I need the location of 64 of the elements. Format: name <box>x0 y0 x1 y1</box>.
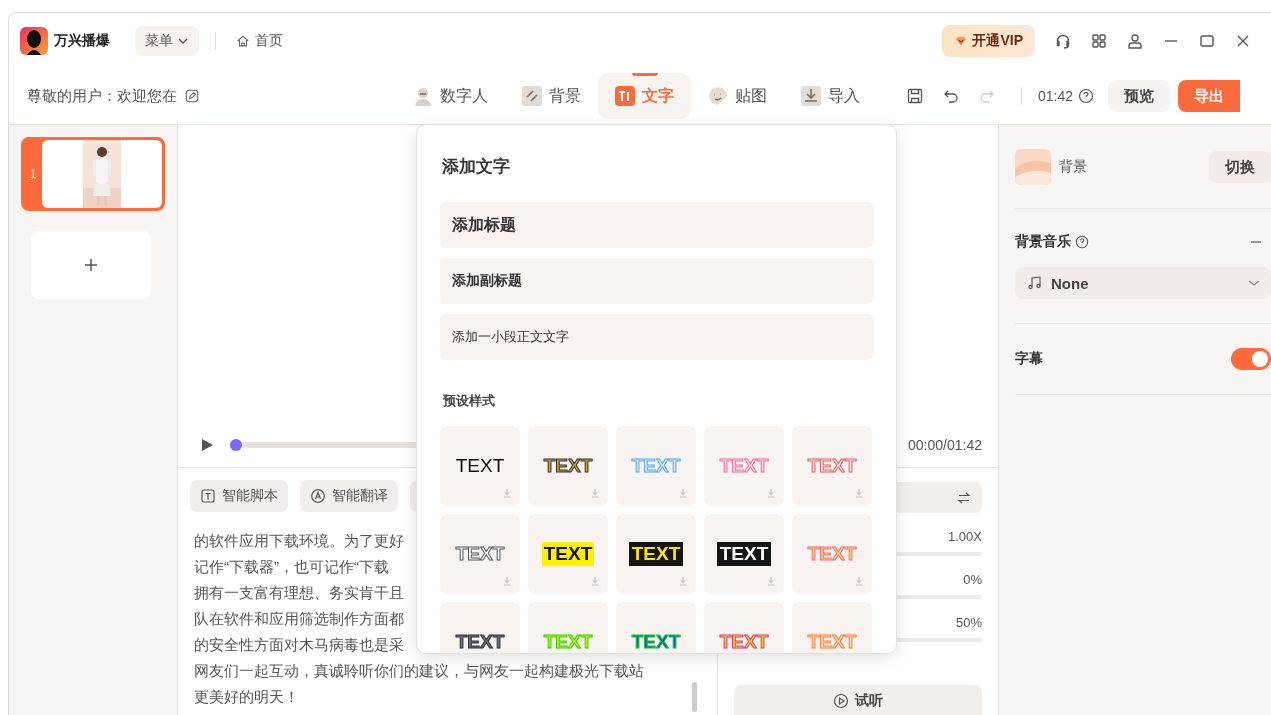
script-line: 更美好的明天！ <box>194 687 299 707</box>
script-line: 的软件应用下载环境。为了更好 <box>194 531 404 551</box>
text-style-preset[interactable]: TEXT <box>528 514 608 594</box>
toolbar-tab[interactable]: 数字人 <box>396 73 505 119</box>
text-style-preset[interactable]: TEXT <box>440 602 520 653</box>
smiley-icon <box>708 86 728 106</box>
greeting-text: 尊敬的用户：欢迎您在 <box>27 86 177 106</box>
add-text-option[interactable]: 添加一小段正文文字 <box>440 314 874 360</box>
home-icon <box>236 33 250 48</box>
music-select[interactable]: None <box>1015 267 1271 299</box>
text-style-preset[interactable]: TEXT <box>440 426 520 506</box>
setting-value: 1.00X <box>948 529 982 544</box>
toolbar-tab[interactable]: 贴图 <box>691 73 784 119</box>
toolbar-tab[interactable]: 背景 <box>505 73 598 119</box>
text-box-icon <box>200 488 216 504</box>
preview-button[interactable]: 预览 <box>1108 80 1171 112</box>
script-line: 拥有一支富有理想、务实肯干且 <box>194 583 404 603</box>
play-circle-icon <box>833 692 849 709</box>
save-icon[interactable] <box>906 87 924 105</box>
background-label: 背景 <box>1059 158 1087 176</box>
menu-button[interactable]: 菜单 <box>135 25 199 56</box>
music-note-icon <box>1027 275 1043 291</box>
person-icon <box>413 86 433 106</box>
duration-text: 01:42 <box>1038 88 1074 104</box>
download-icon <box>801 86 821 106</box>
vip-button[interactable]: 开通VIP <box>942 24 1035 57</box>
plus-icon <box>83 257 99 273</box>
text-style-preset[interactable]: TEXT <box>704 514 784 594</box>
help-icon[interactable] <box>1075 235 1089 249</box>
add-text-option[interactable]: 添加副标题 <box>440 258 874 304</box>
edit-icon[interactable] <box>185 89 199 103</box>
setting-value: 50% <box>955 615 982 630</box>
popover-title: 添加文字 <box>441 156 511 178</box>
scrollbar[interactable] <box>692 682 697 712</box>
app-logo <box>20 26 48 55</box>
script-line: 记作“下载器”，也可记作“下载 <box>194 557 389 577</box>
script-tool-button[interactable]: 智能脚本 <box>190 480 288 512</box>
script-tool-button[interactable]: 智能翻译 <box>300 480 398 512</box>
add-text-option[interactable]: 添加标题 <box>440 202 874 248</box>
app-name: 万兴播爆 <box>54 31 110 50</box>
script-line: 网友们一起互动，真诚聆听你们的建议，与网友一起构建极光下载站 <box>194 661 644 681</box>
text-style-preset[interactable]: TEXT <box>616 514 696 594</box>
subtitles-toggle[interactable] <box>1231 348 1271 370</box>
text-style-preset[interactable]: TEXT <box>528 426 608 506</box>
progress-thumb[interactable] <box>230 439 242 451</box>
slide-number: 1 <box>28 166 38 183</box>
play-icon[interactable] <box>200 438 214 452</box>
subtitles-label: 字幕 <box>1015 350 1043 368</box>
script-line: 队在软件和应用筛选制作方面都 <box>194 609 404 629</box>
text-icon <box>615 86 635 106</box>
translate-icon <box>310 488 326 504</box>
help-icon[interactable] <box>1078 88 1095 104</box>
time-text: 00:00/01:42 <box>908 437 982 453</box>
stripes-icon <box>522 86 542 106</box>
toolbar-tab[interactable]: 导入 <box>784 73 877 119</box>
switch-button[interactable]: 切换 <box>1209 151 1271 183</box>
music-title: 背景音乐 <box>1015 233 1071 251</box>
presets-title: 预设样式 <box>443 392 496 410</box>
home-link[interactable]: 首页 <box>232 31 287 50</box>
setting-value: 0% <box>963 572 982 587</box>
grid-icon[interactable] <box>1090 31 1108 50</box>
script-line: 的安全性方面对木马病毒也是采 <box>194 635 404 655</box>
listen-button[interactable]: 试听 <box>734 685 982 715</box>
user-icon[interactable] <box>1126 31 1144 50</box>
